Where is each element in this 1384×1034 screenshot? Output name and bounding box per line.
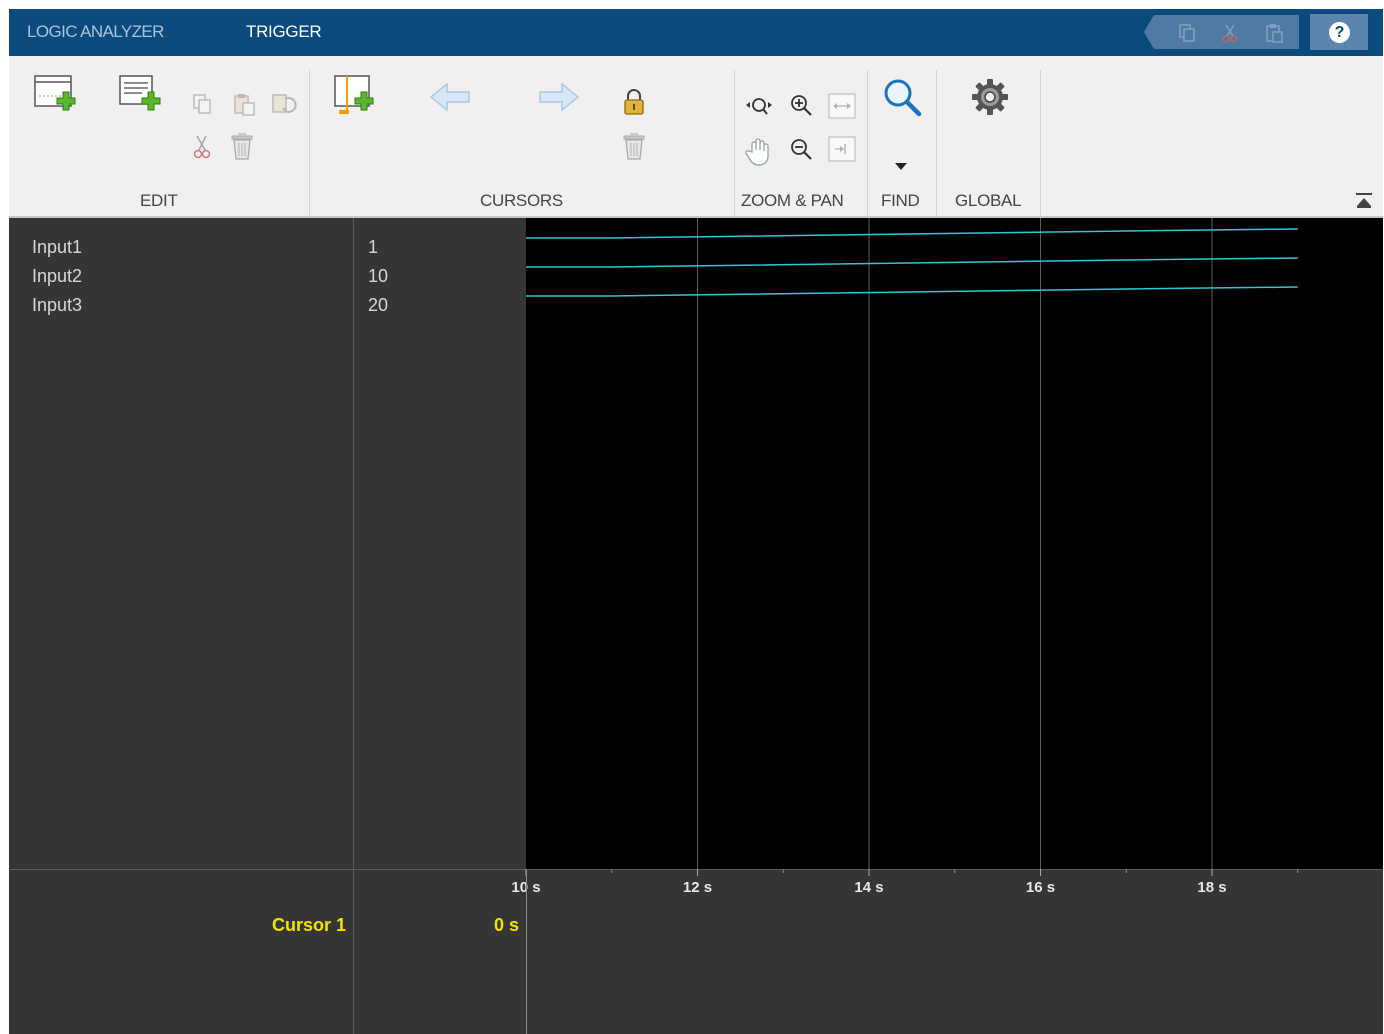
add-cursor-icon[interactable] [333, 74, 377, 118]
delete-cursor-icon[interactable] [620, 132, 648, 162]
axis-tick-label: 16 s [1026, 879, 1055, 896]
tab-logic-analyzer[interactable]: LOGIC ANALYZER [27, 9, 164, 56]
axis-tick-label: 18 s [1197, 879, 1226, 896]
section-divider [867, 70, 868, 216]
toolstrip: EDIT CURSORS ZOOM & PAN FIND GLOBAL [9, 56, 1383, 218]
global-section-label: GLOBAL [955, 191, 1022, 210]
find-search-icon[interactable] [881, 76, 925, 120]
cursors-section-label: CURSORS [480, 191, 563, 210]
section-divider [1040, 70, 1041, 216]
zoom-out-icon[interactable] [788, 136, 814, 162]
zoom-pan-section-label: ZOOM & PAN [741, 191, 844, 210]
settings-gear-icon[interactable] [971, 78, 1009, 116]
logic-analyzer-display: Input1 Input2 Input3 1 10 20 10 s 12 s 14 … [9, 218, 1383, 1034]
add-divider-icon[interactable] [33, 74, 77, 116]
axis-tick-label: 14 s [854, 879, 883, 896]
paste-icon[interactable] [1264, 23, 1284, 43]
edit-section-label: EDIT [140, 191, 178, 210]
duplicate-icon[interactable] [271, 91, 297, 117]
collapse-toolstrip-icon[interactable] [1355, 192, 1373, 210]
cursor-1-label: Cursor 1 [271, 915, 346, 935]
help-icon: ? [1329, 22, 1350, 43]
tab-trigger[interactable]: TRIGGER [246, 9, 322, 56]
zoom-in-icon[interactable] [788, 92, 814, 118]
section-divider [936, 70, 937, 216]
logic-analyzer-app: LOGIC ANALYZER TRIGGER ? EDIT CURSORS ZO… [9, 9, 1383, 1034]
next-cursor-arrow-icon[interactable] [538, 82, 580, 112]
delete-icon[interactable] [228, 132, 256, 162]
cut-icon[interactable] [1220, 23, 1240, 43]
cursor-1-value: 0 s [493, 915, 519, 935]
waveform-trace-input3[interactable] [526, 286, 1298, 297]
zoom-x-icon[interactable] [744, 94, 774, 118]
cut-icon[interactable] [191, 134, 213, 160]
axis-tick-label: 12 s [683, 879, 712, 896]
waveform-trace-input1[interactable] [526, 228, 1298, 239]
lock-cursors-icon[interactable] [623, 88, 645, 116]
go-to-end-icon[interactable] [828, 136, 856, 162]
find-dropdown-chevron-down-icon[interactable] [894, 162, 908, 171]
help-button[interactable]: ? [1310, 14, 1368, 50]
waveform-trace-input2[interactable] [526, 257, 1298, 268]
pan-hand-icon[interactable] [744, 136, 774, 166]
find-section-label: FIND [881, 191, 920, 210]
time-axis-and-waveforms: 10 s 12 s 14 s 16 s 18 s [511, 218, 1299, 896]
copy-icon[interactable] [1177, 23, 1197, 43]
paste-icon[interactable] [233, 93, 257, 117]
previous-cursor-arrow-icon[interactable] [429, 82, 471, 112]
title-bar: LOGIC ANALYZER TRIGGER ? [9, 9, 1383, 56]
section-divider [734, 70, 735, 216]
quick-access-toolbar [1144, 15, 1299, 49]
section-divider [309, 70, 310, 216]
cursor-1-line[interactable] [526, 869, 527, 1034]
add-display-icon[interactable] [118, 74, 162, 116]
fit-to-view-icon[interactable] [828, 93, 856, 119]
copy-icon[interactable] [192, 93, 214, 115]
